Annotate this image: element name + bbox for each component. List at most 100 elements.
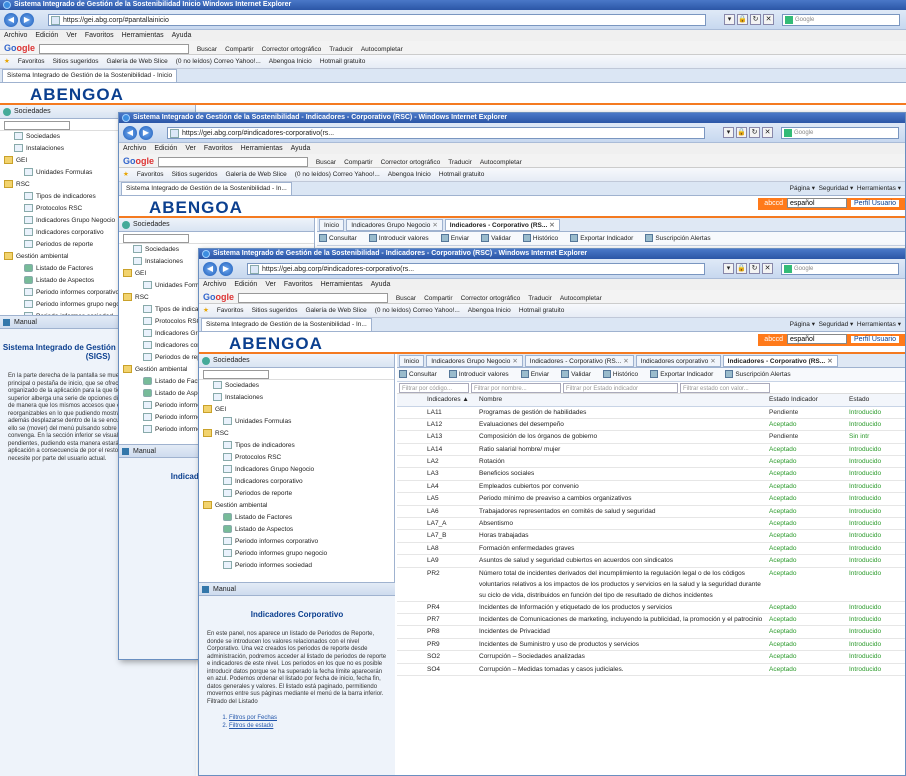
tab-corporativo-active[interactable]: Indicadores - Corporativo (RS... ✕ xyxy=(722,355,838,367)
abengoa-link[interactable]: Abengoa Inicio xyxy=(388,171,431,178)
corrector-button[interactable]: Corrector ortográfico xyxy=(381,159,441,166)
herramientas-menu[interactable]: Herramientas xyxy=(857,321,896,328)
tab-inicio[interactable]: Inicio xyxy=(399,355,425,367)
table-row[interactable]: LA7_A Absentismo Aceptado Introducido xyxy=(397,517,905,531)
menu-archivo[interactable]: Archivo xyxy=(203,281,226,288)
menu-ver[interactable]: Ver xyxy=(185,145,196,152)
tree-item[interactable]: Periodo informes sociedad xyxy=(203,560,394,572)
menu-edicion[interactable]: Edición xyxy=(35,32,58,39)
table-row[interactable]: SO4 Corrupción – Medidas tomadas y casos … xyxy=(397,663,905,676)
back-icon[interactable]: ◀ xyxy=(203,262,217,276)
consultar-button[interactable]: Consultar xyxy=(399,370,443,379)
table-row[interactable]: LA9 Asuntos de salud y seguridad cubierto… xyxy=(397,554,905,568)
filtros-estado-link[interactable]: Filtros de estado xyxy=(229,722,395,730)
table-row[interactable]: LA3 Beneficios sociales Aceptado Introducid… xyxy=(397,467,905,481)
filter-codigo[interactable]: Filtrar por código... xyxy=(399,383,469,393)
introducir-valores-button[interactable]: Introducir valores xyxy=(448,370,515,379)
table-row[interactable]: PR4 Incidentes de Información y etiquetad… xyxy=(397,601,905,614)
tab-corporativo[interactable]: Indicadores - Corporativo (RS... ✕ xyxy=(524,355,634,367)
col-indicadores[interactable]: Indicadores ▲ xyxy=(397,394,475,407)
col-nombre[interactable]: Nombre xyxy=(475,394,765,407)
exportar-button[interactable]: Exportar Indicador xyxy=(570,234,639,243)
enviar-button[interactable]: Enviar xyxy=(520,370,555,379)
sitios-sugeridos-link[interactable]: Sitios sugeridos xyxy=(172,171,218,178)
table-row[interactable]: SO2 Corrupción – Sociedades analizadas Ace… xyxy=(397,650,905,664)
pagina-menu[interactable]: Página xyxy=(790,185,810,192)
sitios-sugeridos-link[interactable]: Sitios sugeridos xyxy=(53,58,99,65)
tree-item[interactable]: Indicadores Grupo Negocio xyxy=(203,464,394,476)
sitios-sugeridos-link[interactable]: Sitios sugeridos xyxy=(252,307,298,314)
buscar-button[interactable]: Buscar xyxy=(316,159,336,166)
tree-item[interactable]: Instalaciones xyxy=(203,392,394,404)
forward-icon[interactable]: ▶ xyxy=(139,126,153,140)
google-search-input[interactable] xyxy=(158,157,309,167)
favoritos-button[interactable]: Favoritos xyxy=(137,171,164,178)
tree-filter-input[interactable] xyxy=(4,121,70,130)
galeria-link[interactable]: Galería de Web Slice xyxy=(106,58,167,65)
filter-estado-valor[interactable]: Filtrar estado con valor... xyxy=(680,383,770,393)
url-field[interactable]: https://gei.abg.corp/#pantallainicio xyxy=(48,14,706,26)
compartir-button[interactable]: Compartir xyxy=(424,295,453,302)
tree-item[interactable]: Indicadores corporativo xyxy=(203,476,394,488)
galeria-link[interactable]: Galería de Web Slice xyxy=(225,171,286,178)
seguridad-menu[interactable]: Seguridad xyxy=(819,321,849,328)
browser-tab[interactable]: Sistema Integrado de Gestión de la Soste… xyxy=(2,69,178,82)
tree-item[interactable]: Gestión ambiental xyxy=(203,500,394,512)
back-icon[interactable]: ◀ xyxy=(123,126,137,140)
table-row[interactable]: LA5 Periodo mínimo de preaviso a cambios … xyxy=(397,492,905,506)
stop-icon[interactable]: ✕ xyxy=(762,263,773,274)
introducir-valores-button[interactable]: Introducir valores xyxy=(368,234,435,243)
seguridad-menu[interactable]: Seguridad xyxy=(819,185,849,192)
traducir-button[interactable]: Traducir xyxy=(448,159,472,166)
col-estado-indicador[interactable]: Estado Indicador xyxy=(765,394,845,407)
filter-nombre[interactable]: Filtrar por nombre... xyxy=(471,383,561,393)
menu-ver[interactable]: Ver xyxy=(265,281,276,288)
dropdown-icon[interactable]: ▾ xyxy=(723,263,734,274)
yahoo-link[interactable]: (0 no leídos) Correo Yahoo!... xyxy=(176,58,261,65)
search-box[interactable]: Google xyxy=(781,263,899,275)
abengoa-link[interactable]: Abengoa Inicio xyxy=(269,58,312,65)
menu-herramientas[interactable]: Herramientas xyxy=(241,145,283,152)
menu-archivo[interactable]: Archivo xyxy=(123,145,146,152)
browser-tab[interactable]: Sistema Integrado de Gestión de la Soste… xyxy=(201,318,372,331)
tab-grupo-negocio[interactable]: Indicadores Grupo Negocio ✕ xyxy=(426,355,523,367)
hotmail-link[interactable]: Hotmail gratuito xyxy=(439,171,485,178)
forward-icon[interactable]: ▶ xyxy=(20,13,34,27)
search-box[interactable]: Google xyxy=(781,127,899,139)
hotmail-link[interactable]: Hotmail gratuito xyxy=(519,307,565,314)
table-row[interactable]: LA7_B Horas trabajadas Aceptado Introducido xyxy=(397,529,905,543)
compartir-button[interactable]: Compartir xyxy=(344,159,373,166)
table-row[interactable]: PR9 Incidentes de Suministro y uso de pro… xyxy=(397,638,905,652)
dropdown-icon[interactable]: ▾ xyxy=(723,127,734,138)
validar-button[interactable]: Validar xyxy=(481,234,517,243)
url-field[interactable]: https://gei.abg.corp/#indicadores-corpor… xyxy=(247,263,705,275)
perfil-usuario-link[interactable]: Perfil Usuario xyxy=(850,200,899,207)
hotmail-link[interactable]: Hotmail gratuito xyxy=(320,58,366,65)
table-row[interactable]: PR2 Número total de incidentes derivados … xyxy=(397,567,905,602)
menu-herramientas[interactable]: Herramientas xyxy=(321,281,363,288)
galeria-link[interactable]: Galería de Web Slice xyxy=(305,307,366,314)
google-search-input[interactable] xyxy=(39,44,190,54)
dropdown-icon[interactable]: ▾ xyxy=(724,14,735,25)
menu-ayuda[interactable]: Ayuda xyxy=(291,145,311,152)
buscar-button[interactable]: Buscar xyxy=(197,46,217,53)
herramientas-menu[interactable]: Herramientas xyxy=(857,185,896,192)
col-estado[interactable]: Estado xyxy=(845,394,905,407)
table-row[interactable]: LA11 Programas de gestión de habilidades P… xyxy=(397,406,905,419)
favoritos-button[interactable]: Favoritos xyxy=(18,58,45,65)
menu-ayuda[interactable]: Ayuda xyxy=(172,32,192,39)
tree-filter-input[interactable] xyxy=(123,234,189,243)
language-select[interactable]: español xyxy=(786,334,847,344)
tree-item[interactable]: Unidades Formulas xyxy=(203,416,394,428)
validar-button[interactable]: Validar xyxy=(561,370,597,379)
enviar-button[interactable]: Enviar xyxy=(440,234,475,243)
table-row[interactable]: LA8 Formación enfermedades graves Aceptado… xyxy=(397,542,905,556)
refresh-icon[interactable]: ↻ xyxy=(750,14,761,25)
tree-filter-input[interactable] xyxy=(203,370,269,379)
tree-item[interactable]: Periodo informes grupo negocio xyxy=(203,548,394,560)
menu-archivo[interactable]: Archivo xyxy=(4,32,27,39)
lock-icon[interactable]: 🔒 xyxy=(737,14,748,25)
menu-favoritos[interactable]: Favoritos xyxy=(204,145,233,152)
abengoa-link[interactable]: Abengoa Inicio xyxy=(468,307,511,314)
autocompletar-button[interactable]: Autocompletar xyxy=(361,46,403,53)
